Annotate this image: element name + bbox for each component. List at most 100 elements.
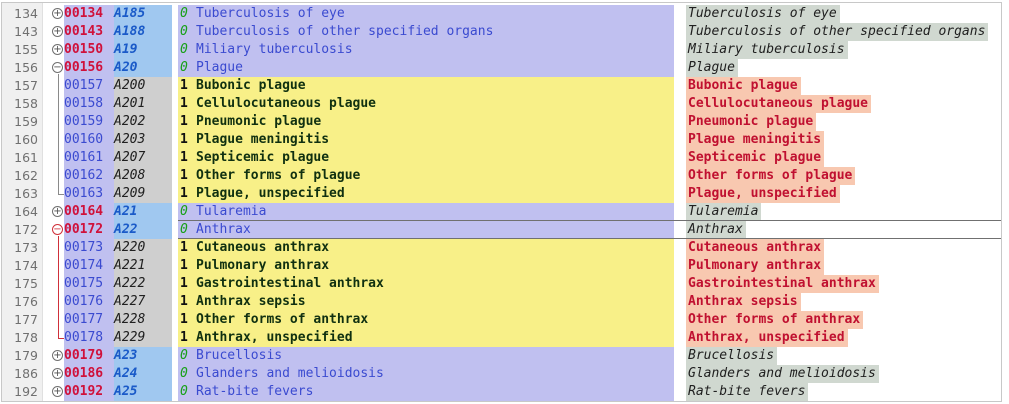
level-value: 1 bbox=[180, 96, 188, 111]
fold-expand-icon[interactable]: + bbox=[52, 26, 63, 37]
description: Anthrax bbox=[686, 221, 746, 239]
group-row[interactable]: 179 +00179 A23 0 Brucellosis Brucellosis bbox=[2, 347, 1001, 365]
line-number: 158 bbox=[14, 96, 38, 111]
icd-code: A209 bbox=[114, 185, 172, 203]
group-row[interactable]: 134 +00134 A185 0 Tuberculosis of eye Tubercu… bbox=[2, 5, 1001, 23]
fold-expand-icon[interactable]: + bbox=[52, 206, 63, 217]
icd-code: A228 bbox=[114, 311, 172, 329]
diagnosis-name-cell: 0 Tularemia bbox=[178, 203, 674, 221]
diagnosis-name: Other forms of anthrax bbox=[196, 312, 369, 327]
group-row[interactable]: 186 +00186 A24 0 Glanders and melioidosis Gla… bbox=[2, 365, 1001, 383]
record-code: 00179 bbox=[64, 347, 114, 365]
code-editor[interactable]: 134 +00134 A185 0 Tuberculosis of eye Tubercu… bbox=[0, 0, 1009, 404]
level-value: 0 bbox=[180, 222, 188, 237]
line-number: 155 bbox=[14, 42, 38, 57]
fold-collapse-icon[interactable]: − bbox=[52, 224, 63, 235]
level-value: 0 bbox=[180, 42, 188, 57]
detail-row[interactable]: 173 00173 A220 1 Cutaneous anthrax Cutaneous … bbox=[2, 239, 1001, 257]
diagnosis-name-cell: 0 Plague bbox=[178, 59, 674, 77]
description: Other forms of anthrax bbox=[686, 311, 864, 329]
diagnosis-name: Miliary tuberculosis bbox=[196, 42, 353, 57]
icd-code: A24 bbox=[114, 365, 172, 383]
fold-expand-icon[interactable]: + bbox=[52, 386, 63, 397]
description: Cellulocutaneous plague bbox=[686, 95, 872, 113]
record-code: 00174 bbox=[64, 257, 114, 275]
record-code: 00143 bbox=[64, 23, 114, 41]
icd-code: A21 bbox=[114, 203, 172, 221]
description: Bubonic plague bbox=[686, 77, 801, 95]
record-code: 00160 bbox=[64, 131, 114, 149]
detail-row[interactable]: 162 00162 A208 1 Other forms of plague Other … bbox=[2, 167, 1001, 185]
fold-guide-line bbox=[58, 236, 59, 338]
group-row[interactable]: 164 +00164 A21 0 Tularemia Tularemia bbox=[2, 203, 1001, 221]
icd-code: A185 bbox=[114, 5, 172, 23]
icd-code: A25 bbox=[114, 383, 172, 401]
icd-code: A20 bbox=[114, 59, 172, 77]
fold-guide-line bbox=[58, 74, 59, 194]
detail-row[interactable]: 176 00176 A227 1 Anthrax sepsis Anthrax sepsi… bbox=[2, 293, 1001, 311]
description: Tuberculosis of other specified organs bbox=[686, 23, 989, 41]
description: Pulmonary anthrax bbox=[686, 257, 825, 275]
line-number: 162 bbox=[14, 168, 38, 183]
diagnosis-name-cell: 0 Anthrax bbox=[178, 221, 674, 239]
diagnosis-name-cell: 1 Plague meningitis bbox=[178, 131, 674, 149]
icd-code: A23 bbox=[114, 347, 172, 365]
level-value: 1 bbox=[180, 294, 188, 309]
icd-code: A221 bbox=[114, 257, 172, 275]
diagnosis-name: Plague bbox=[196, 60, 243, 75]
group-row[interactable]: 192 +00192 A25 0 Rat-bite fevers Rat-bite fev… bbox=[2, 383, 1001, 401]
detail-row[interactable]: 161 00161 A207 1 Septicemic plague Septicemic… bbox=[2, 149, 1001, 167]
diagnosis-name-cell: 1 Plague, unspecified bbox=[178, 185, 674, 203]
diagnosis-name-cell: 1 Cellulocutaneous plague bbox=[178, 95, 674, 113]
description: Plague bbox=[686, 59, 738, 77]
level-value: 1 bbox=[180, 132, 188, 147]
detail-row[interactable]: 159 00159 A202 1 Pneumonic plague Pneumonic p… bbox=[2, 113, 1001, 131]
diagnosis-name-cell: 1 Cutaneous anthrax bbox=[178, 239, 674, 257]
group-row[interactable]: 172 −00172 A22 0 Anthrax Anthrax bbox=[2, 221, 1001, 239]
group-row[interactable]: 156 −00156 A20 0 Plague Plague bbox=[2, 59, 1001, 77]
line-number: 156 bbox=[14, 60, 38, 75]
line-number: 161 bbox=[14, 150, 38, 165]
icd-code: A188 bbox=[114, 23, 172, 41]
detail-row[interactable]: 160 00160 A203 1 Plague meningitis Plague men… bbox=[2, 131, 1001, 149]
diagnosis-name: Anthrax bbox=[196, 222, 251, 237]
current-line-border bbox=[178, 220, 1001, 221]
detail-row[interactable]: 163 00163 A209 1 Plague, unspecified Plague, … bbox=[2, 185, 1001, 203]
detail-row[interactable]: 158 00158 A201 1 Cellulocutaneous plague Cell… bbox=[2, 95, 1001, 113]
fold-expand-icon[interactable]: + bbox=[52, 8, 63, 19]
line-number: 177 bbox=[14, 312, 38, 327]
line-number: 159 bbox=[14, 114, 38, 129]
level-value: 0 bbox=[180, 6, 188, 21]
fold-guide-end bbox=[58, 338, 64, 339]
description: Anthrax sepsis bbox=[686, 293, 801, 311]
detail-row[interactable]: 157 00157 A200 1 Bubonic plague Bubonic plagu… bbox=[2, 77, 1001, 95]
detail-row[interactable]: 174 00174 A221 1 Pulmonary anthrax Pulmonary … bbox=[2, 257, 1001, 275]
group-row[interactable]: 143 +00143 A188 0 Tuberculosis of other spec… bbox=[2, 23, 1001, 41]
record-code: 00186 bbox=[64, 365, 114, 383]
line-number: 172 bbox=[14, 222, 38, 237]
diagnosis-name: Cutaneous anthrax bbox=[196, 240, 330, 255]
diagnosis-name: Plague meningitis bbox=[196, 132, 330, 147]
line-number: 134 bbox=[14, 6, 38, 21]
detail-row[interactable]: 178 00178 A229 1 Anthrax, unspecified Anthrax… bbox=[2, 329, 1001, 347]
group-row[interactable]: 155 +00150 A19 0 Miliary tuberculosis Miliary… bbox=[2, 41, 1001, 59]
record-code: 00158 bbox=[64, 95, 114, 113]
diagnosis-name: Gastrointestinal anthrax bbox=[196, 276, 384, 291]
diagnosis-name-cell: 1 Other forms of plague bbox=[178, 167, 674, 185]
diagnosis-name-cell: 0 Tuberculosis of other specified organs bbox=[178, 23, 674, 41]
fold-collapse-icon[interactable]: − bbox=[52, 62, 63, 73]
record-code: 00176 bbox=[64, 293, 114, 311]
line-number: 174 bbox=[14, 258, 38, 273]
record-code: 00134 bbox=[64, 5, 114, 23]
icd-code: A207 bbox=[114, 149, 172, 167]
fold-expand-icon[interactable]: + bbox=[52, 368, 63, 379]
diagnosis-name: Septicemic plague bbox=[196, 150, 330, 165]
detail-row[interactable]: 175 00175 A222 1 Gastrointestinal anthrax Gas… bbox=[2, 275, 1001, 293]
detail-row[interactable]: 177 00177 A228 1 Other forms of anthrax Other… bbox=[2, 311, 1001, 329]
record-code: 00178 bbox=[64, 329, 114, 347]
line-number: 163 bbox=[14, 186, 38, 201]
diagnosis-name-cell: 0 Rat-bite fevers bbox=[178, 383, 674, 401]
fold-expand-icon[interactable]: + bbox=[52, 350, 63, 361]
fold-expand-icon[interactable]: + bbox=[52, 44, 63, 55]
diagnosis-name: Rat-bite fevers bbox=[196, 384, 314, 399]
